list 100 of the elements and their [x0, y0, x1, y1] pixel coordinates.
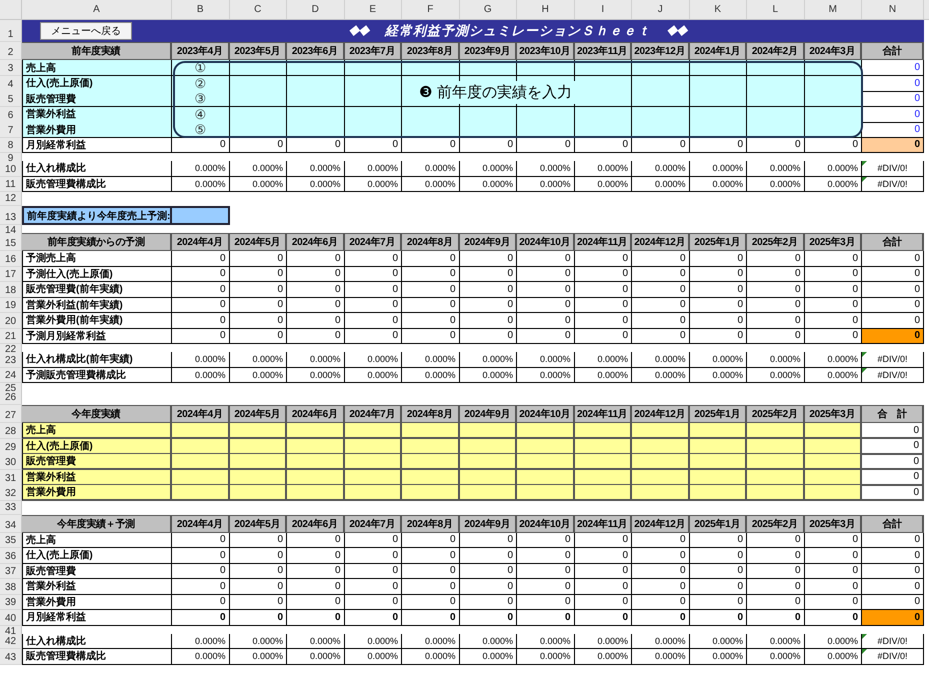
row-label: 営業外費用	[22, 122, 172, 138]
row-number: 3	[0, 60, 22, 76]
table-cell: 0	[230, 579, 287, 594]
column-header: 2024年11月	[574, 405, 632, 423]
table-cell: 0.000%	[747, 368, 804, 383]
total-cell: 0	[862, 532, 924, 548]
row-label: 営業外利益	[22, 106, 172, 122]
table-cell: 0	[172, 548, 230, 564]
table-cell: 0	[747, 282, 804, 298]
table-cell: 0	[287, 282, 344, 298]
row-number: 24	[0, 368, 22, 383]
table-cell: 0	[230, 313, 287, 328]
table-cell: 0.000%	[230, 352, 287, 368]
total-cell: 0	[862, 298, 924, 313]
table-cell: 0	[804, 594, 862, 610]
table-cell: 0	[690, 594, 747, 610]
row-label: 売上高	[22, 60, 172, 76]
column-header: 2024年8月	[402, 405, 460, 423]
table-cell: 0.000%	[632, 368, 690, 383]
column-header: 2025年3月	[804, 233, 862, 251]
total-cell: 0	[862, 454, 924, 470]
column-header: 2024年4月	[172, 233, 230, 251]
row-label: 販売管理費	[22, 564, 172, 579]
table-cell: 0	[230, 532, 287, 548]
row-number: 37	[0, 564, 22, 579]
row-label: 予測仕入(売上原価)	[22, 266, 172, 282]
table-cell: 0.000%	[460, 161, 517, 176]
table-cell: 0	[632, 610, 690, 626]
row-number: 2	[0, 42, 22, 60]
row-label: 仕入(売上原価)	[22, 76, 172, 92]
table-cell: 0	[690, 610, 747, 626]
table-cell: 0	[574, 282, 632, 298]
row-label: 予測月別経常利益	[22, 328, 172, 344]
table-cell: 0	[574, 594, 632, 610]
total-cell: 0	[862, 251, 924, 266]
table-cell: 0	[460, 548, 517, 564]
total-cell: 0	[862, 610, 924, 626]
column-header: 2024年2月	[747, 42, 804, 60]
table-cell: 0	[344, 266, 402, 282]
row-label: 仕入れ構成比	[22, 634, 172, 649]
row-number: 28	[0, 423, 22, 439]
table-cell: 0.000%	[574, 649, 632, 664]
table-cell: 0	[574, 138, 632, 153]
total-cell: 0	[862, 564, 924, 579]
row-number: 5	[0, 91, 22, 107]
table-cell: 0.000%	[344, 368, 402, 383]
row-number: 16	[0, 251, 22, 266]
total-cell: 0	[862, 266, 924, 282]
table-cell: 0.000%	[460, 176, 517, 192]
row-label: 営業外費用	[22, 594, 172, 610]
table-cell: 0.000%	[230, 176, 287, 192]
table-cell: 0	[402, 138, 460, 153]
table-cell: 0	[287, 579, 344, 594]
column-header: 2024年7月	[344, 405, 402, 423]
table-cell: 0.000%	[344, 352, 402, 368]
table-cell: 0	[172, 138, 230, 153]
table-cell: 0	[344, 313, 402, 328]
column-header: 2023年7月	[344, 42, 402, 60]
column-header: 2023年10月	[517, 42, 574, 60]
table-cell: 0	[344, 579, 402, 594]
table-cell: 0	[574, 610, 632, 626]
table-cell: 0.000%	[172, 649, 230, 664]
table-cell: 0	[747, 532, 804, 548]
table-cell: 0	[517, 251, 574, 266]
column-header: 2024年8月	[402, 514, 460, 532]
table-cell: 0	[460, 266, 517, 282]
table-cell: 0	[460, 532, 517, 548]
table-cell: 0	[172, 313, 230, 328]
table-cell: 0.000%	[632, 161, 690, 176]
column-header: 2023年12月	[632, 42, 690, 60]
table-cell: 0	[690, 282, 747, 298]
column-header: 2025年2月	[747, 405, 804, 423]
table-cell: 0	[402, 298, 460, 313]
table-cell: 0	[172, 594, 230, 610]
column-header: 今年度実績	[22, 405, 172, 423]
table-cell: 0	[287, 594, 344, 610]
table-cell: 0.000%	[172, 634, 230, 649]
total-cell: #DIV/0!	[862, 161, 924, 176]
table-cell: 0	[804, 564, 862, 579]
row-number: 27	[0, 405, 22, 423]
column-header: 2025年3月	[804, 514, 862, 532]
table-cell: 0	[804, 298, 862, 313]
table-cell: 0	[632, 532, 690, 548]
row-number: 36	[0, 548, 22, 564]
table-cell: 0	[804, 251, 862, 266]
table-cell: 0	[690, 579, 747, 594]
table-cell: 0	[632, 282, 690, 298]
row-number: 11	[0, 176, 22, 192]
row-label: 仕入れ構成比	[22, 161, 172, 176]
row-number: 20	[0, 313, 22, 328]
row-number: 32	[0, 485, 22, 501]
table-cell: 0	[574, 313, 632, 328]
table-cell: 0.000%	[402, 634, 460, 649]
table-cell: 0	[747, 328, 804, 344]
row-label: 販売管理費	[22, 91, 172, 107]
column-header: 2023年8月	[402, 42, 460, 60]
table-cell: 0.000%	[690, 176, 747, 192]
table-cell: 0	[517, 328, 574, 344]
table-cell: 0	[690, 548, 747, 564]
total-cell: 0	[862, 60, 924, 76]
